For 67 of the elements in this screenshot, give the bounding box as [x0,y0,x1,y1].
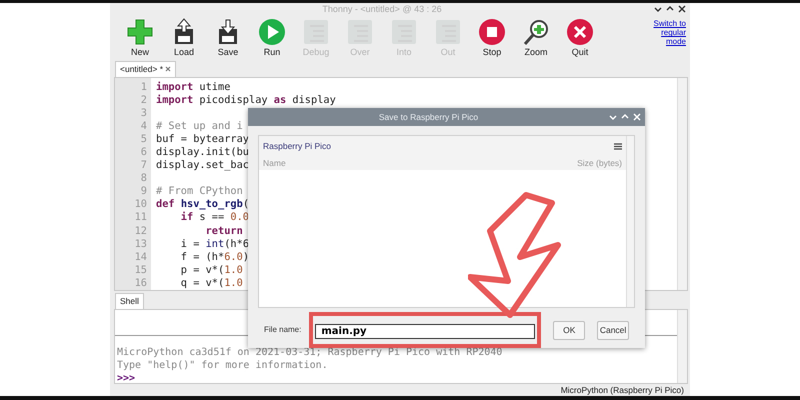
status-bar-text: MicroPython (Raspberry Pi Pico) [560,385,684,395]
shell-tab[interactable]: Shell [115,293,144,309]
line-number: 9 [140,185,147,198]
window-title: Thonny - <untitled> @ 43 : 26 [322,4,442,14]
code-line: import utime [156,80,230,92]
line-number: 11 [134,211,147,225]
code-line: f = (h*6.0) [180,250,250,263]
plus-icon [125,17,155,47]
line-number: 1 [140,80,147,94]
list-icon [301,17,331,47]
list-icon [389,17,419,47]
line-number: 5 [140,132,147,146]
line-number: 7 [140,159,147,172]
line-number: 12 [134,224,147,238]
code-line: if s == 0.0 [180,211,250,224]
field-label: File name: [264,324,302,336]
toolbar-button[interactable]: Run [250,15,294,58]
shell-prompt: >>> [116,373,136,384]
code-line: def hsv_to_rgb( [156,198,250,210]
play-icon [257,17,287,47]
minimize-icon[interactable] [654,5,662,13]
line-number: 6 [140,146,147,160]
code-line: # Set up and i [156,120,243,132]
line-number: 4 [140,120,147,133]
close-icon[interactable] [678,5,686,13]
line-number: 3 [140,106,147,120]
shell-output: MicroPython ca3d51f on 2021-03-31; Raspberry Pi Pico with RP2040 [116,347,502,358]
menu-icon[interactable] [614,142,622,150]
code-line: # From CPython [156,185,243,198]
line-number: 2 [140,94,147,107]
code-line: i = int(h*6 [180,238,250,250]
toolbar-button[interactable]: Stop [470,15,514,58]
line-number: 8 [140,172,147,186]
code-line: q = v*(1.0 [180,276,243,289]
toolbar-button[interactable]: New [118,15,162,58]
line-number: 15 [134,264,147,277]
toolbar-button[interactable]: Quit [558,15,602,58]
list-icon [345,17,375,47]
scrollbar[interactable] [626,136,634,307]
mode-switch-link[interactable]: Switch to regular mode [646,19,686,47]
code-line: p = v*(1.0 [180,264,243,276]
toolbar-button[interactable]: Save [206,15,250,58]
file-name-field[interactable]: main.py [315,324,536,339]
code-line: return [204,224,243,237]
dialog-title: Save to Raspberry Pi Pico [378,112,478,122]
line-number: 10 [134,198,147,212]
close-icon [565,17,595,47]
maximize-icon[interactable] [666,5,674,13]
ok-button[interactable]: OK [553,320,586,340]
scrollbar[interactable] [677,78,687,290]
line-number: 13 [134,238,147,251]
line-number: 16 [134,276,147,290]
location-label: Raspberry Pi Pico [263,140,332,152]
editor-tab[interactable]: <untitled> * [115,60,176,76]
zoom-icon [521,17,551,47]
scrollbar[interactable] [677,310,687,383]
stop-icon [477,17,507,47]
line-number: 14 [134,250,147,264]
code-line: display.init(bu [156,146,249,158]
shell-output: Type "help()" for more information. [116,360,328,371]
cancel-button[interactable]: Cancel [597,320,629,340]
code-line: display.set_bac [156,159,249,172]
code-line: import picodisplay as display [156,94,336,106]
toolbar-button[interactable]: Load [162,15,206,58]
toolbar-button[interactable]: Zoom [514,15,558,58]
code-line: buf = bytearray [156,132,249,145]
list-icon [433,17,463,47]
